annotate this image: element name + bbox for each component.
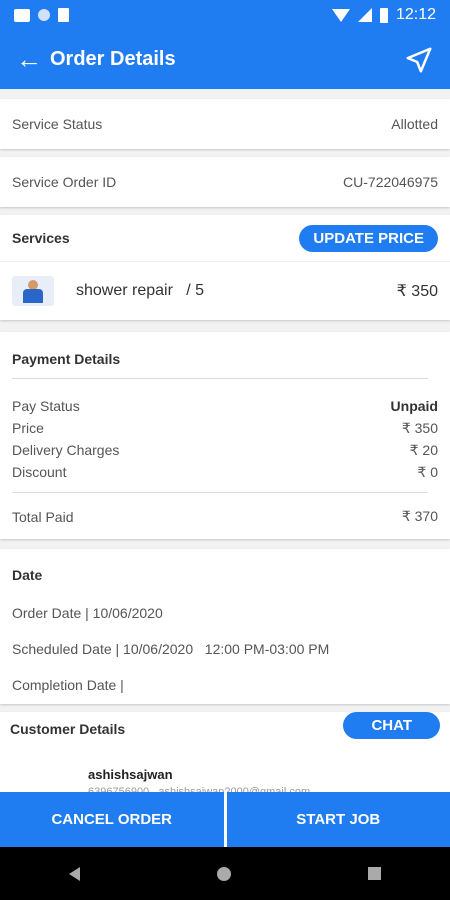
service-order-label: Service Order ID bbox=[12, 174, 117, 190]
service-order-id: CU-722046975 bbox=[343, 174, 438, 190]
date-card: Date Order Date | 10/06/2020 Scheduled D… bbox=[0, 549, 450, 704]
discount-row: Discount ₹ 0 bbox=[12, 461, 438, 483]
date-title: Date bbox=[12, 567, 43, 583]
bottom-action-bar: CANCEL ORDER START JOB bbox=[0, 792, 450, 847]
total-paid-label: Total Paid bbox=[12, 508, 74, 525]
services-header: Services UPDATE PRICE bbox=[0, 215, 450, 262]
notification-dot-icon bbox=[38, 9, 50, 21]
service-name: shower repair / 5 bbox=[76, 282, 205, 299]
total-paid-value: ₹ 370 bbox=[401, 508, 438, 524]
cancel-order-button[interactable]: CANCEL ORDER bbox=[0, 792, 224, 847]
nav-home-icon[interactable] bbox=[216, 866, 231, 881]
discount-value: ₹ 0 bbox=[417, 463, 438, 480]
pay-status-label: Pay Status bbox=[12, 398, 80, 414]
service-status-value: Allotted bbox=[391, 116, 438, 132]
clock: 12:12 bbox=[395, 6, 436, 23]
service-order-card: Service Order ID CU-722046975 bbox=[0, 157, 450, 207]
order-date: Order Date | 10/06/2020 bbox=[12, 605, 163, 621]
back-arrow-icon[interactable]: ← bbox=[16, 44, 46, 75]
pay-status-row: Pay Status Unpaid bbox=[12, 395, 438, 417]
customer-name: ashishsajwan bbox=[88, 767, 173, 782]
delivery-charges-row: Delivery Charges ₹ 20 bbox=[12, 439, 438, 461]
wifi-icon bbox=[331, 8, 350, 22]
signal-icon bbox=[357, 8, 372, 22]
service-item[interactable]: shower repair / 5 ₹ 350 bbox=[0, 262, 450, 320]
payment-details-title: Payment Details bbox=[12, 351, 121, 367]
mail-icon bbox=[14, 8, 30, 22]
price-label: Price bbox=[12, 420, 44, 436]
system-nav-bar bbox=[0, 847, 450, 900]
payment-details-card: Payment Details Pay Status Unpaid Price … bbox=[0, 332, 450, 539]
scheduled-date: Scheduled Date | 10/06/2020 12:00 PM-03:… bbox=[12, 641, 330, 657]
battery-icon bbox=[379, 7, 388, 23]
page-title: Order Details bbox=[50, 48, 176, 70]
nav-back-icon[interactable] bbox=[68, 866, 80, 881]
navigation-icon[interactable] bbox=[404, 45, 434, 75]
delivery-charges-value: ₹ 20 bbox=[409, 441, 438, 458]
services-card: Services UPDATE PRICE shower repair / 5 … bbox=[0, 215, 450, 320]
status-bar: 12:12 bbox=[0, 0, 450, 30]
update-price-button[interactable]: UPDATE PRICE bbox=[299, 224, 438, 252]
sd-card-icon bbox=[58, 8, 69, 22]
payment-rows: Pay Status Unpaid Price ₹ 350 Delivery C… bbox=[12, 395, 438, 483]
customer-details-title: Customer Details bbox=[10, 721, 126, 737]
delivery-charges-label: Delivery Charges bbox=[12, 442, 120, 458]
nav-recents-icon[interactable] bbox=[368, 867, 382, 880]
plumber-avatar-icon bbox=[12, 276, 54, 306]
total-paid-row: Total Paid ₹ 370 bbox=[12, 508, 438, 525]
divider bbox=[12, 378, 428, 379]
system-icons: 12:12 bbox=[331, 6, 436, 24]
service-status-card: Service Status Allotted bbox=[0, 99, 450, 149]
discount-label: Discount bbox=[12, 464, 67, 480]
price-value: ₹ 350 bbox=[401, 419, 438, 436]
app-bar: ← Order Details bbox=[0, 30, 450, 89]
service-status-label: Service Status bbox=[12, 116, 103, 132]
completion-date: Completion Date | bbox=[12, 677, 124, 693]
chat-button[interactable]: CHAT bbox=[343, 712, 440, 739]
customer-details-card: Customer Details CHAT ashishsajwan 63967… bbox=[0, 712, 450, 798]
services-title: Services bbox=[12, 230, 70, 246]
pay-status-value: Unpaid bbox=[390, 398, 438, 414]
service-price: ₹ 350 bbox=[396, 283, 438, 300]
start-job-button[interactable]: START JOB bbox=[227, 792, 450, 847]
notification-icons bbox=[14, 8, 69, 22]
divider bbox=[12, 492, 428, 493]
price-row: Price ₹ 350 bbox=[12, 417, 438, 439]
